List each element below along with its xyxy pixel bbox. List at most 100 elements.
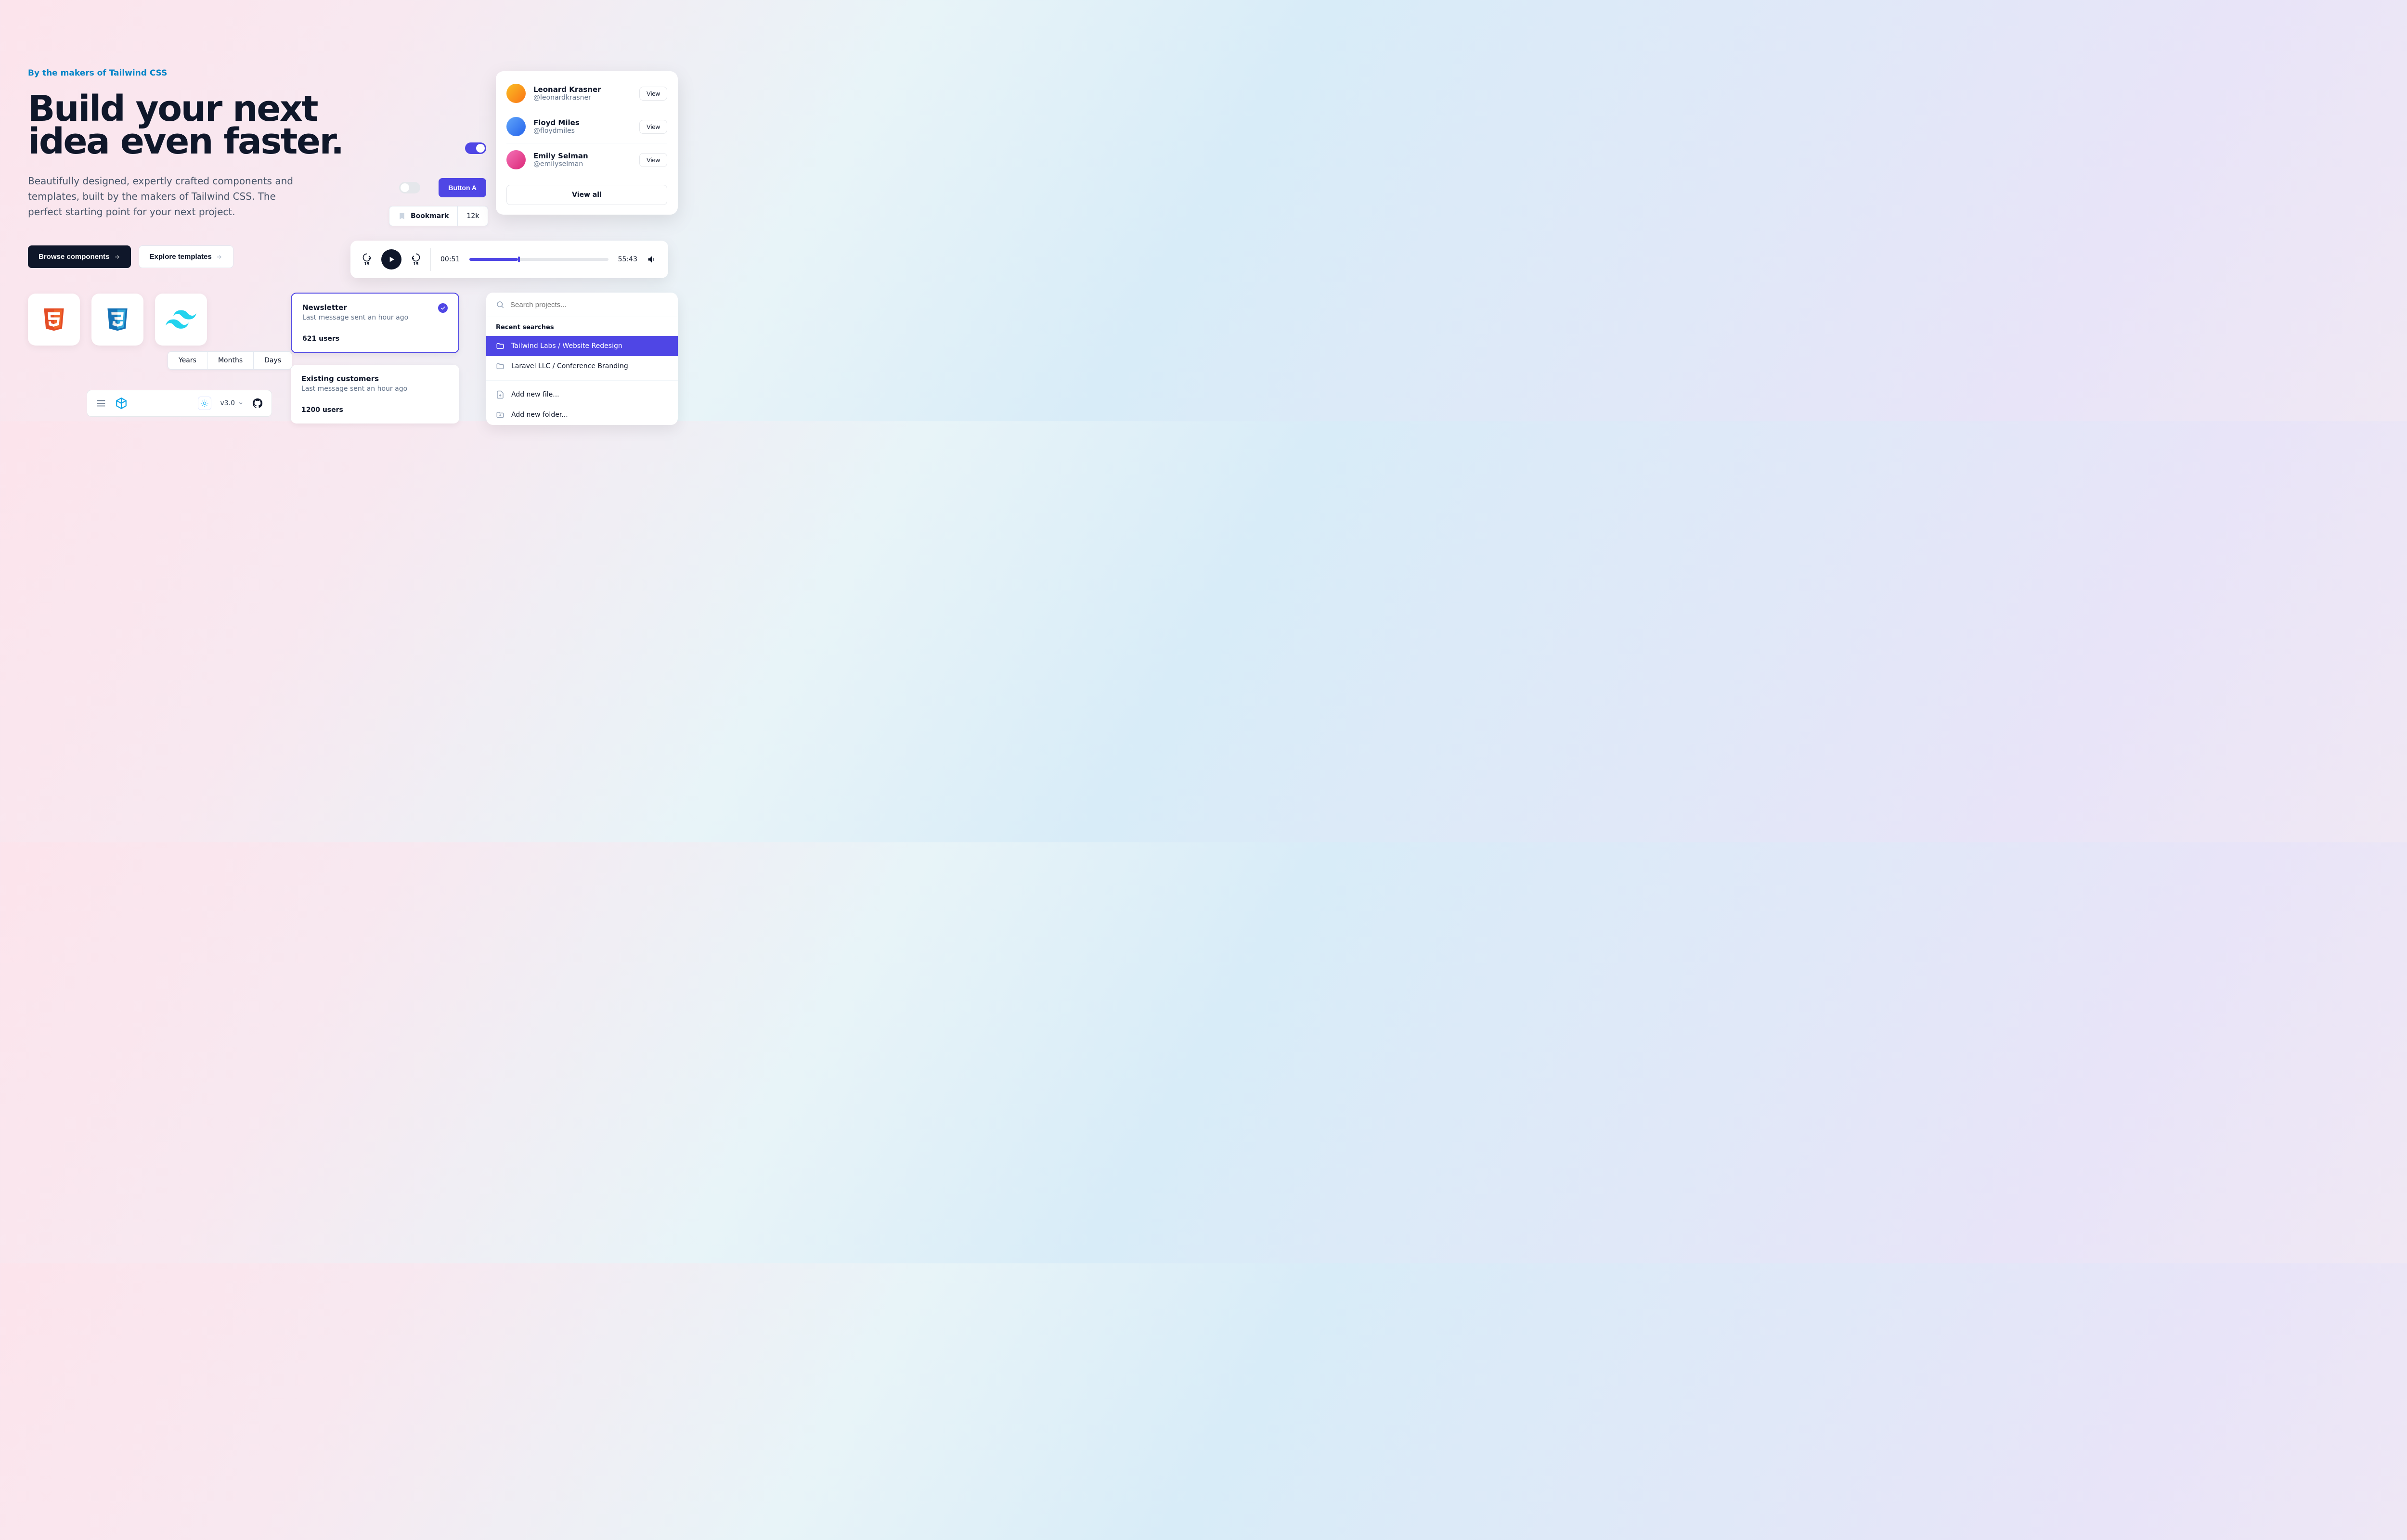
card-title: Existing customers <box>301 374 449 383</box>
version-label: v3.0 <box>220 399 235 407</box>
arrow-right-icon <box>216 254 222 260</box>
recent-searches-label: Recent searches <box>486 317 678 336</box>
eyebrow-text: By the makers of Tailwind CSS <box>28 68 375 78</box>
seg-months[interactable]: Months <box>207 352 254 369</box>
skip-back-label: 15 <box>364 262 369 266</box>
search-bar <box>486 293 678 317</box>
current-time: 00:51 <box>440 256 460 263</box>
project-name: Laravel LLC / Conference Branding <box>511 362 628 370</box>
avatar <box>506 84 526 103</box>
person-name: Emily Selman <box>533 152 632 160</box>
card-subtitle: Last message sent an hour ago <box>302 314 408 321</box>
file-plus-icon <box>496 390 505 399</box>
search-panel: Recent searches Tailwind Labs / Website … <box>486 293 678 425</box>
project-row-selected[interactable]: Tailwind Labs / Website Redesign <box>486 336 678 356</box>
seg-years[interactable]: Years <box>168 352 207 369</box>
avatar <box>506 150 526 169</box>
skip-forward-icon <box>411 253 421 262</box>
version-dropdown[interactable]: v3.0 <box>220 399 244 407</box>
folder-icon <box>496 342 505 350</box>
project-row[interactable]: Laravel LLC / Conference Branding <box>486 356 678 376</box>
tailwind-logo-card <box>155 294 207 346</box>
toggle-off[interactable] <box>399 182 420 193</box>
cta-row: Browse components Explore templates <box>28 245 375 268</box>
progress-fill <box>469 258 518 261</box>
person-name: Floyd Miles <box>533 118 632 127</box>
skip-back-icon <box>362 253 372 262</box>
existing-customers-card[interactable]: Existing customers Last message sent an … <box>291 365 459 424</box>
person-handle: @leonardkrasner <box>533 94 632 102</box>
person-row: Emily Selman @emilyselman View <box>496 143 678 176</box>
github-icon[interactable] <box>252 398 263 409</box>
css3-icon <box>106 307 129 333</box>
page-headline: Build your next idea even faster. <box>28 92 375 158</box>
bookmark-label: Bookmark <box>411 212 449 220</box>
skip-forward-button[interactable]: 15 <box>411 253 421 266</box>
search-input[interactable] <box>510 301 668 309</box>
folder-plus-icon <box>496 411 505 419</box>
bookmark-group: Bookmark 12k <box>389 206 488 226</box>
cube-icon[interactable] <box>115 397 128 410</box>
html5-logo-card <box>28 294 80 346</box>
total-time: 55:43 <box>618 256 637 263</box>
play-icon <box>388 256 395 263</box>
secondary-cta-label: Explore templates <box>150 253 212 261</box>
view-button[interactable]: View <box>639 153 667 167</box>
add-folder-action[interactable]: Add new folder... <box>486 405 678 425</box>
skip-fwd-label: 15 <box>413 262 418 266</box>
project-name: Tailwind Labs / Website Redesign <box>511 342 622 350</box>
view-all-button[interactable]: View all <box>506 185 667 205</box>
theme-toggle[interactable] <box>198 397 211 410</box>
logo-cards-row <box>28 294 207 346</box>
bookmark-button[interactable]: Bookmark <box>389 206 458 226</box>
person-name: Leonard Krasner <box>533 85 632 94</box>
selection-cards: Newsletter Last message sent an hour ago… <box>291 293 459 424</box>
hero-subhead: Beautifully designed, expertly crafted c… <box>28 173 298 219</box>
avatar <box>506 117 526 136</box>
audio-player: 15 15 00:51 55:43 <box>350 241 668 278</box>
toggle-on[interactable] <box>465 142 486 154</box>
person-row: Floyd Miles @floydmiles View <box>496 110 678 143</box>
date-range-segmented[interactable]: Years Months Days <box>168 351 292 370</box>
arrow-right-icon <box>114 254 120 260</box>
card-users: 1200 users <box>301 406 449 414</box>
action-label: Add new file... <box>511 391 559 398</box>
person-handle: @emilyselman <box>533 160 632 168</box>
action-label: Add new folder... <box>511 411 568 419</box>
primary-cta-label: Browse components <box>39 253 110 261</box>
newsletter-card[interactable]: Newsletter Last message sent an hour ago… <box>291 293 459 353</box>
progress-thumb[interactable] <box>518 257 520 262</box>
menu-icon[interactable] <box>96 398 106 409</box>
skip-back-button[interactable]: 15 <box>362 253 372 266</box>
toggle-area: Button A <box>399 142 486 197</box>
explore-templates-button[interactable]: Explore templates <box>139 245 233 268</box>
person-row: Leonard Krasner @leonardkrasner View <box>496 77 678 110</box>
play-button[interactable] <box>381 249 401 270</box>
hero-section: By the makers of Tailwind CSS Build your… <box>28 68 375 268</box>
card-title: Newsletter <box>302 303 408 312</box>
volume-icon[interactable] <box>647 255 657 264</box>
people-card: Leonard Krasner @leonardkrasner View Flo… <box>496 71 678 215</box>
add-file-action[interactable]: Add new file... <box>486 385 678 405</box>
tailwind-icon <box>166 310 196 329</box>
seg-days[interactable]: Days <box>254 352 292 369</box>
css3-logo-card <box>91 294 143 346</box>
browse-components-button[interactable]: Browse components <box>28 245 131 268</box>
doc-toolbar: v3.0 <box>87 390 272 417</box>
view-button[interactable]: View <box>639 87 667 101</box>
check-icon <box>440 305 446 311</box>
separator <box>430 248 431 271</box>
chevron-down-icon <box>238 400 244 406</box>
html5-icon <box>42 307 65 333</box>
view-button[interactable]: View <box>639 120 667 134</box>
bookmark-count: 12k <box>458 206 488 226</box>
search-icon <box>496 300 505 309</box>
separator <box>486 380 678 381</box>
card-subtitle: Last message sent an hour ago <box>301 385 449 393</box>
check-badge <box>438 303 448 313</box>
button-a[interactable]: Button A <box>439 178 486 197</box>
progress-bar[interactable] <box>469 258 608 261</box>
bookmark-icon <box>398 212 406 220</box>
person-handle: @floydmiles <box>533 127 632 135</box>
folder-icon <box>496 362 505 371</box>
